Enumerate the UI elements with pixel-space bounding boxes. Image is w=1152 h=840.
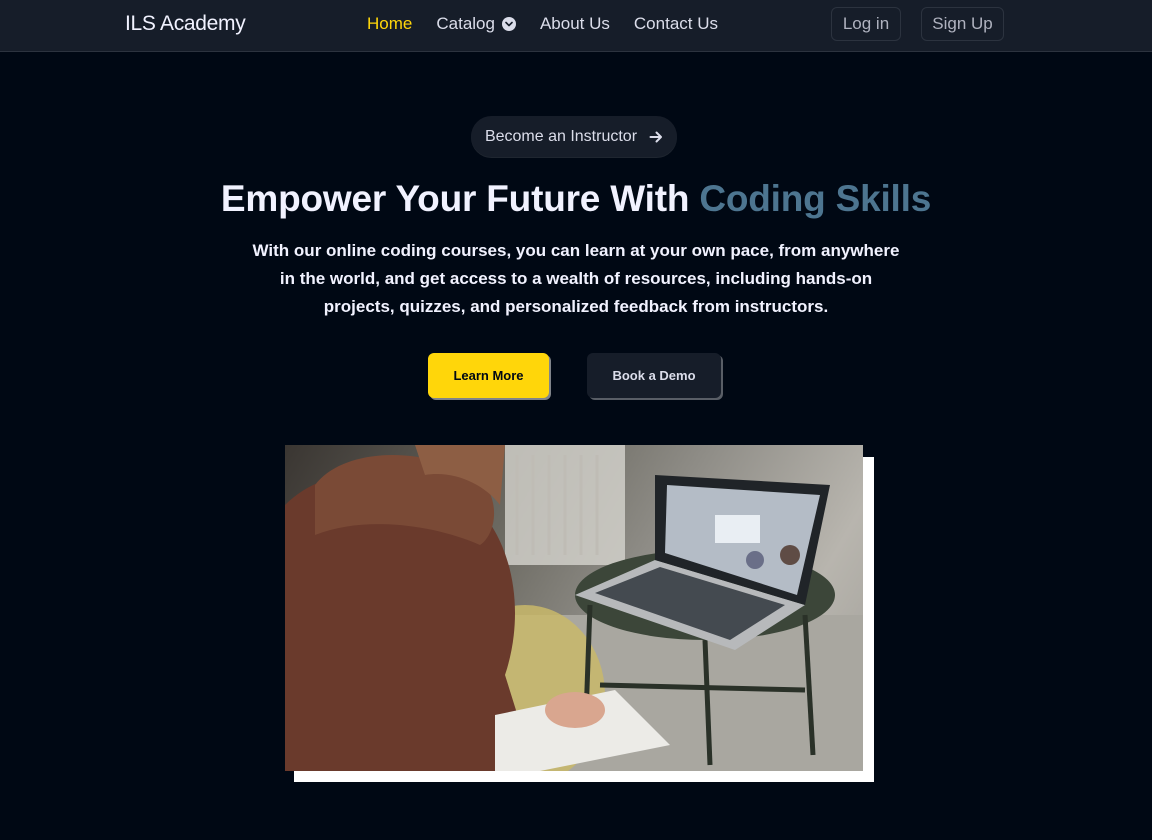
nav-link-label: About Us — [539, 14, 610, 33]
hero-headline: Empower Your Future With Coding Skills — [0, 178, 1152, 220]
headline-prefix: Empower Your Future With — [220, 178, 700, 219]
headline-highlight: Coding Skills — [699, 178, 932, 219]
nav-link-home[interactable]: Home — [367, 14, 412, 34]
nav-link-catalog[interactable]: Catalog — [436, 14, 516, 34]
chevron-down-icon — [501, 17, 516, 31]
nav-link-label: Home — [367, 14, 413, 33]
login-button[interactable]: Log in — [831, 7, 901, 41]
nav-link-contact[interactable]: Contact Us — [634, 14, 718, 34]
brand-logo[interactable]: ILS Academy — [125, 12, 246, 36]
hero-subtext: With our online coding courses, you can … — [252, 241, 900, 316]
nav-links: Home Catalog About Us Contact Us — [367, 14, 742, 34]
signup-button[interactable]: Sign Up — [921, 7, 1004, 41]
become-instructor-label: Become an Instructor — [484, 127, 638, 145]
navbar: ILS Academy Home Catalog About Us Contac… — [0, 0, 1152, 52]
become-instructor-button[interactable]: Become an Instructor — [471, 116, 677, 157]
nav-link-label: Catalog — [436, 14, 495, 33]
arrow-right-icon — [649, 130, 663, 144]
hero-image — [285, 445, 863, 771]
book-demo-button[interactable]: Book a Demo — [587, 353, 721, 398]
learn-more-button[interactable]: Learn More — [428, 353, 549, 398]
nav-link-label: Contact Us — [633, 14, 718, 33]
nav-link-about[interactable]: About Us — [540, 14, 610, 34]
